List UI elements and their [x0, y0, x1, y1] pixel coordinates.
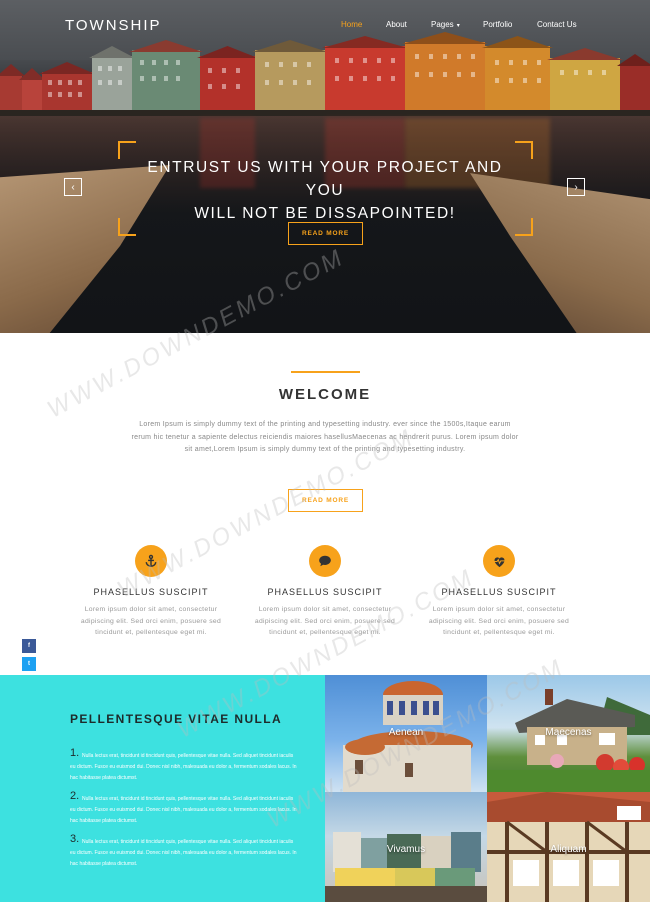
welcome-text: Lorem Ipsum is simply dummy text of the … [131, 421, 519, 454]
feature-card: PHASELLUS SUSCIPIT Lorem ipsum dolor sit… [250, 545, 400, 639]
list-text: Nulla lectus erat, tincidunt id tincidun… [70, 796, 297, 824]
gallery-label: Aenean [388, 727, 424, 738]
main-nav: Home About Pages ▾ Portfolio Contact Us [0, 20, 650, 34]
feature-text: Lorem ipsum dolor sit amet, consectetur … [428, 606, 570, 636]
welcome-title: WELCOME [278, 386, 372, 403]
heartbeat-icon [483, 545, 515, 577]
anchor-icon [135, 545, 167, 577]
list-text: Nulla lectus erat, tincidunt id tincidun… [70, 753, 297, 781]
feature-title: PHASELLUS SUSCIPIT [93, 587, 209, 597]
nav-item-pages-label: Pages [431, 20, 454, 29]
hero-slider: TOWNSHIP Home About Pages ▾ Portfolio Con… [0, 0, 650, 333]
feature-card: PHASELLUS SUSCIPIT Lorem ipsum dolor sit… [76, 545, 226, 639]
caret-down-icon: ▾ [456, 23, 460, 29]
list-text: Nulla lectus erat, tincidunt id tincidun… [70, 839, 297, 867]
hero-houses-illustration [0, 22, 650, 112]
nav-item-contact[interactable]: Contact Us [537, 20, 577, 29]
nav-item-about[interactable]: About [386, 20, 407, 29]
feature-title: PHASELLUS SUSCIPIT [441, 587, 557, 597]
facebook-icon[interactable]: f [22, 639, 36, 653]
feature-title: PHASELLUS SUSCIPIT [267, 587, 383, 597]
chevron-right-icon[interactable]: › [567, 178, 585, 196]
hero-title: ENTRUST US WITH YOUR PROJECT AND YOU WIL… [130, 156, 520, 225]
gallery-tile[interactable]: Aenean [325, 675, 487, 792]
chat-bubble-icon [309, 545, 341, 577]
twitter-icon[interactable]: t [22, 657, 36, 671]
gallery-tile[interactable]: Maecenas [487, 675, 650, 792]
hero-title-line-1: ENTRUST US WITH YOUR PROJECT AND YOU [147, 159, 503, 199]
feature-text: Lorem ipsum dolor sit amet, consectetur … [80, 606, 222, 636]
welcome-divider [291, 371, 360, 373]
gallery-label: Maecenas [545, 727, 592, 738]
chevron-left-icon[interactable]: ‹ [64, 178, 82, 196]
feature-card: PHASELLUS SUSCIPIT Lorem ipsum dolor sit… [424, 545, 574, 639]
nav-item-portfolio[interactable]: Portfolio [483, 20, 512, 29]
nav-item-pages[interactable]: Pages ▾ [431, 20, 460, 29]
hero-read-more-button[interactable]: READ MORE [288, 222, 363, 245]
promo-title: PELLENTESQUE VITAE NULLA [70, 712, 283, 726]
welcome-read-more-button[interactable]: READ MORE [288, 489, 363, 512]
gallery-label: Vivamus [386, 844, 426, 855]
gallery-tile[interactable]: Vivamus [325, 792, 487, 902]
gallery-label: Aliquam [550, 844, 587, 855]
nav-item-home[interactable]: Home [341, 20, 362, 29]
gallery-tile[interactable]: Aliquam [487, 792, 650, 902]
feature-text: Lorem ipsum dolor sit amet, consectetur … [254, 606, 396, 636]
